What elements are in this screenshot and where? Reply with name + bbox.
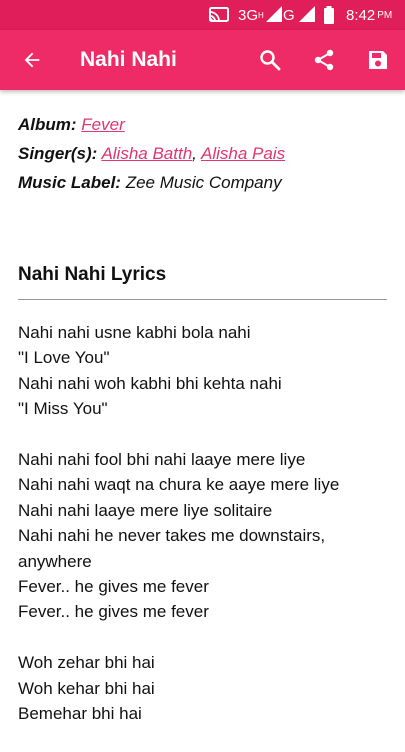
album-label: Album: <box>18 115 77 134</box>
singers-label: Singer(s): <box>18 144 98 163</box>
song-meta: Album: Fever Singer(s): Alisha Batth, Al… <box>18 110 285 197</box>
share-button[interactable] <box>302 30 346 90</box>
lyrics-line: Nahi nahi waqt na chura ke aaye mere liy… <box>18 475 340 495</box>
battery-icon <box>323 0 335 30</box>
singer-link-2[interactable]: Alisha Pais <box>201 144 285 163</box>
cast-icon <box>208 0 230 30</box>
page-title: Nahi Nahi <box>80 48 177 71</box>
album-link[interactable]: Fever <box>81 115 124 134</box>
music-label-label: Music Label: <box>18 173 121 192</box>
singer-link-1[interactable]: Alisha Batth <box>101 144 192 163</box>
lyrics-line: Woh zehar bhi hai <box>18 653 155 673</box>
lyrics-line: Woh kehar bhi hai <box>18 678 155 698</box>
arrow-back-icon <box>24 52 40 68</box>
lyrics-line: Nahi nahi usne kabhi bola nahi <box>18 323 251 342</box>
lyrics-heading: Nahi Nahi Lyrics <box>18 264 167 285</box>
back-button[interactable] <box>10 30 54 90</box>
app-bar: Nahi Nahi <box>0 30 405 90</box>
share-icon <box>314 49 334 71</box>
lyrics-line: Bemehar bhi hai <box>18 704 142 724</box>
status-bar: 3G H G 8:42 PM <box>0 0 405 30</box>
save-button[interactable] <box>356 30 400 90</box>
lyrics-line: "I Love You" <box>18 348 110 368</box>
music-label-value: Zee Music Company <box>125 173 282 192</box>
music-label-row: Music Label: Zee Music Company <box>18 168 285 197</box>
lyrics-body: Nahi nahi usne kabhi bola nahi "I Love Yo… <box>18 320 388 752</box>
signal-icon-2 <box>299 6 315 22</box>
lyrics-line: Nahi nahi laaye mere liye solitaire <box>18 500 273 520</box>
lyrics-stanza: Woh zehar bhi hai Woh kehar bhi hai Bemeha… <box>18 650 388 726</box>
lyrics-line: "I Miss You" <box>18 399 108 419</box>
lyrics-stanza: Nahi nahi usne kabhi bola nahi "I Love Yo… <box>18 320 388 422</box>
singers-row: Singer(s): Alisha Batth, Alisha Pais <box>18 139 285 168</box>
lyrics-stanza: Nahi nahi fool bhi nahi laaye mere liye N… <box>18 447 388 625</box>
lyrics-line: Fever.. he gives me fever <box>18 577 209 597</box>
album-row: Album: Fever <box>18 110 285 139</box>
lyrics-line: Fever.. he gives me fever <box>18 602 209 622</box>
save-icon <box>369 51 387 69</box>
singer-separator: , <box>192 144 197 163</box>
clock: 8:42 PM <box>346 6 393 24</box>
network-type-label-2: G <box>283 6 295 24</box>
search-icon <box>260 50 281 71</box>
lyrics-line: Nahi nahi he never takes me downstairs, … <box>18 526 326 571</box>
lyrics-line: Nahi nahi fool bhi nahi laaye mere liye <box>18 450 306 470</box>
signal-icon <box>266 6 282 22</box>
divider <box>18 299 387 300</box>
lyrics-line: Nahi nahi woh kabhi bhi kehta nahi <box>18 373 282 393</box>
search-button[interactable] <box>248 30 292 90</box>
network-type-label: 3G H <box>238 6 264 24</box>
